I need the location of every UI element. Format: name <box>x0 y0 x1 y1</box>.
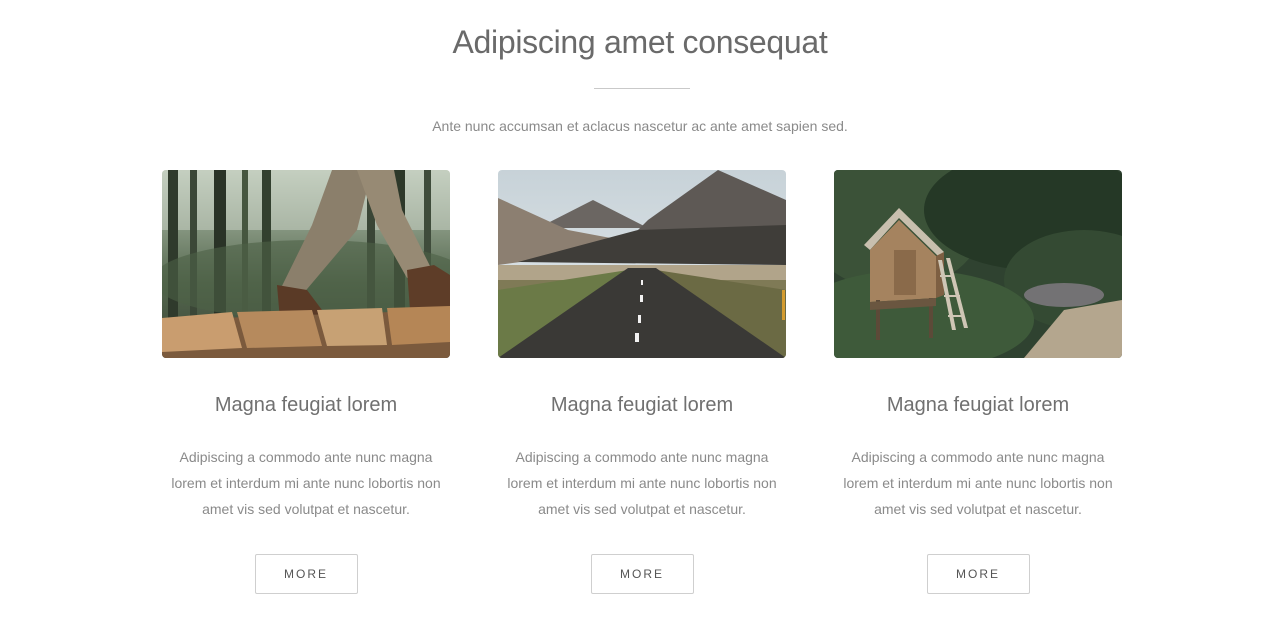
title-divider <box>594 88 690 89</box>
section-lead: Ante nunc accumsan et aclacus nascetur a… <box>432 118 848 134</box>
mountain-road-photo[interactable] <box>498 170 786 358</box>
more-button[interactable]: MORE <box>254 554 358 594</box>
more-button[interactable]: MORE <box>590 554 694 594</box>
card-title: Magna feugiat lorem <box>550 394 734 416</box>
card-title: Magna feugiat lorem <box>886 394 1070 416</box>
feature-card: Magna feugiat lorem Adipiscing a commodo… <box>498 170 786 594</box>
card-description: Adipiscing a commodo ante nunc magna lor… <box>171 449 441 517</box>
features-section: Adipiscing amet consequat Ante nunc accu… <box>0 0 1280 640</box>
card-title: Magna feugiat lorem <box>214 394 398 416</box>
more-button[interactable]: MORE <box>926 554 1030 594</box>
wooden-hut-forest-photo[interactable] <box>834 170 1122 358</box>
feature-card: Magna feugiat lorem Adipiscing a commodo… <box>834 170 1122 594</box>
feature-card: Magna feugiat lorem Adipiscing a commodo… <box>162 170 450 594</box>
card-description: Adipiscing a commodo ante nunc magna lor… <box>843 449 1113 517</box>
hiker-boardwalk-forest-photo[interactable] <box>162 170 450 358</box>
card-description: Adipiscing a commodo ante nunc magna lor… <box>507 449 777 517</box>
section-title: Adipiscing amet consequat <box>452 24 828 60</box>
